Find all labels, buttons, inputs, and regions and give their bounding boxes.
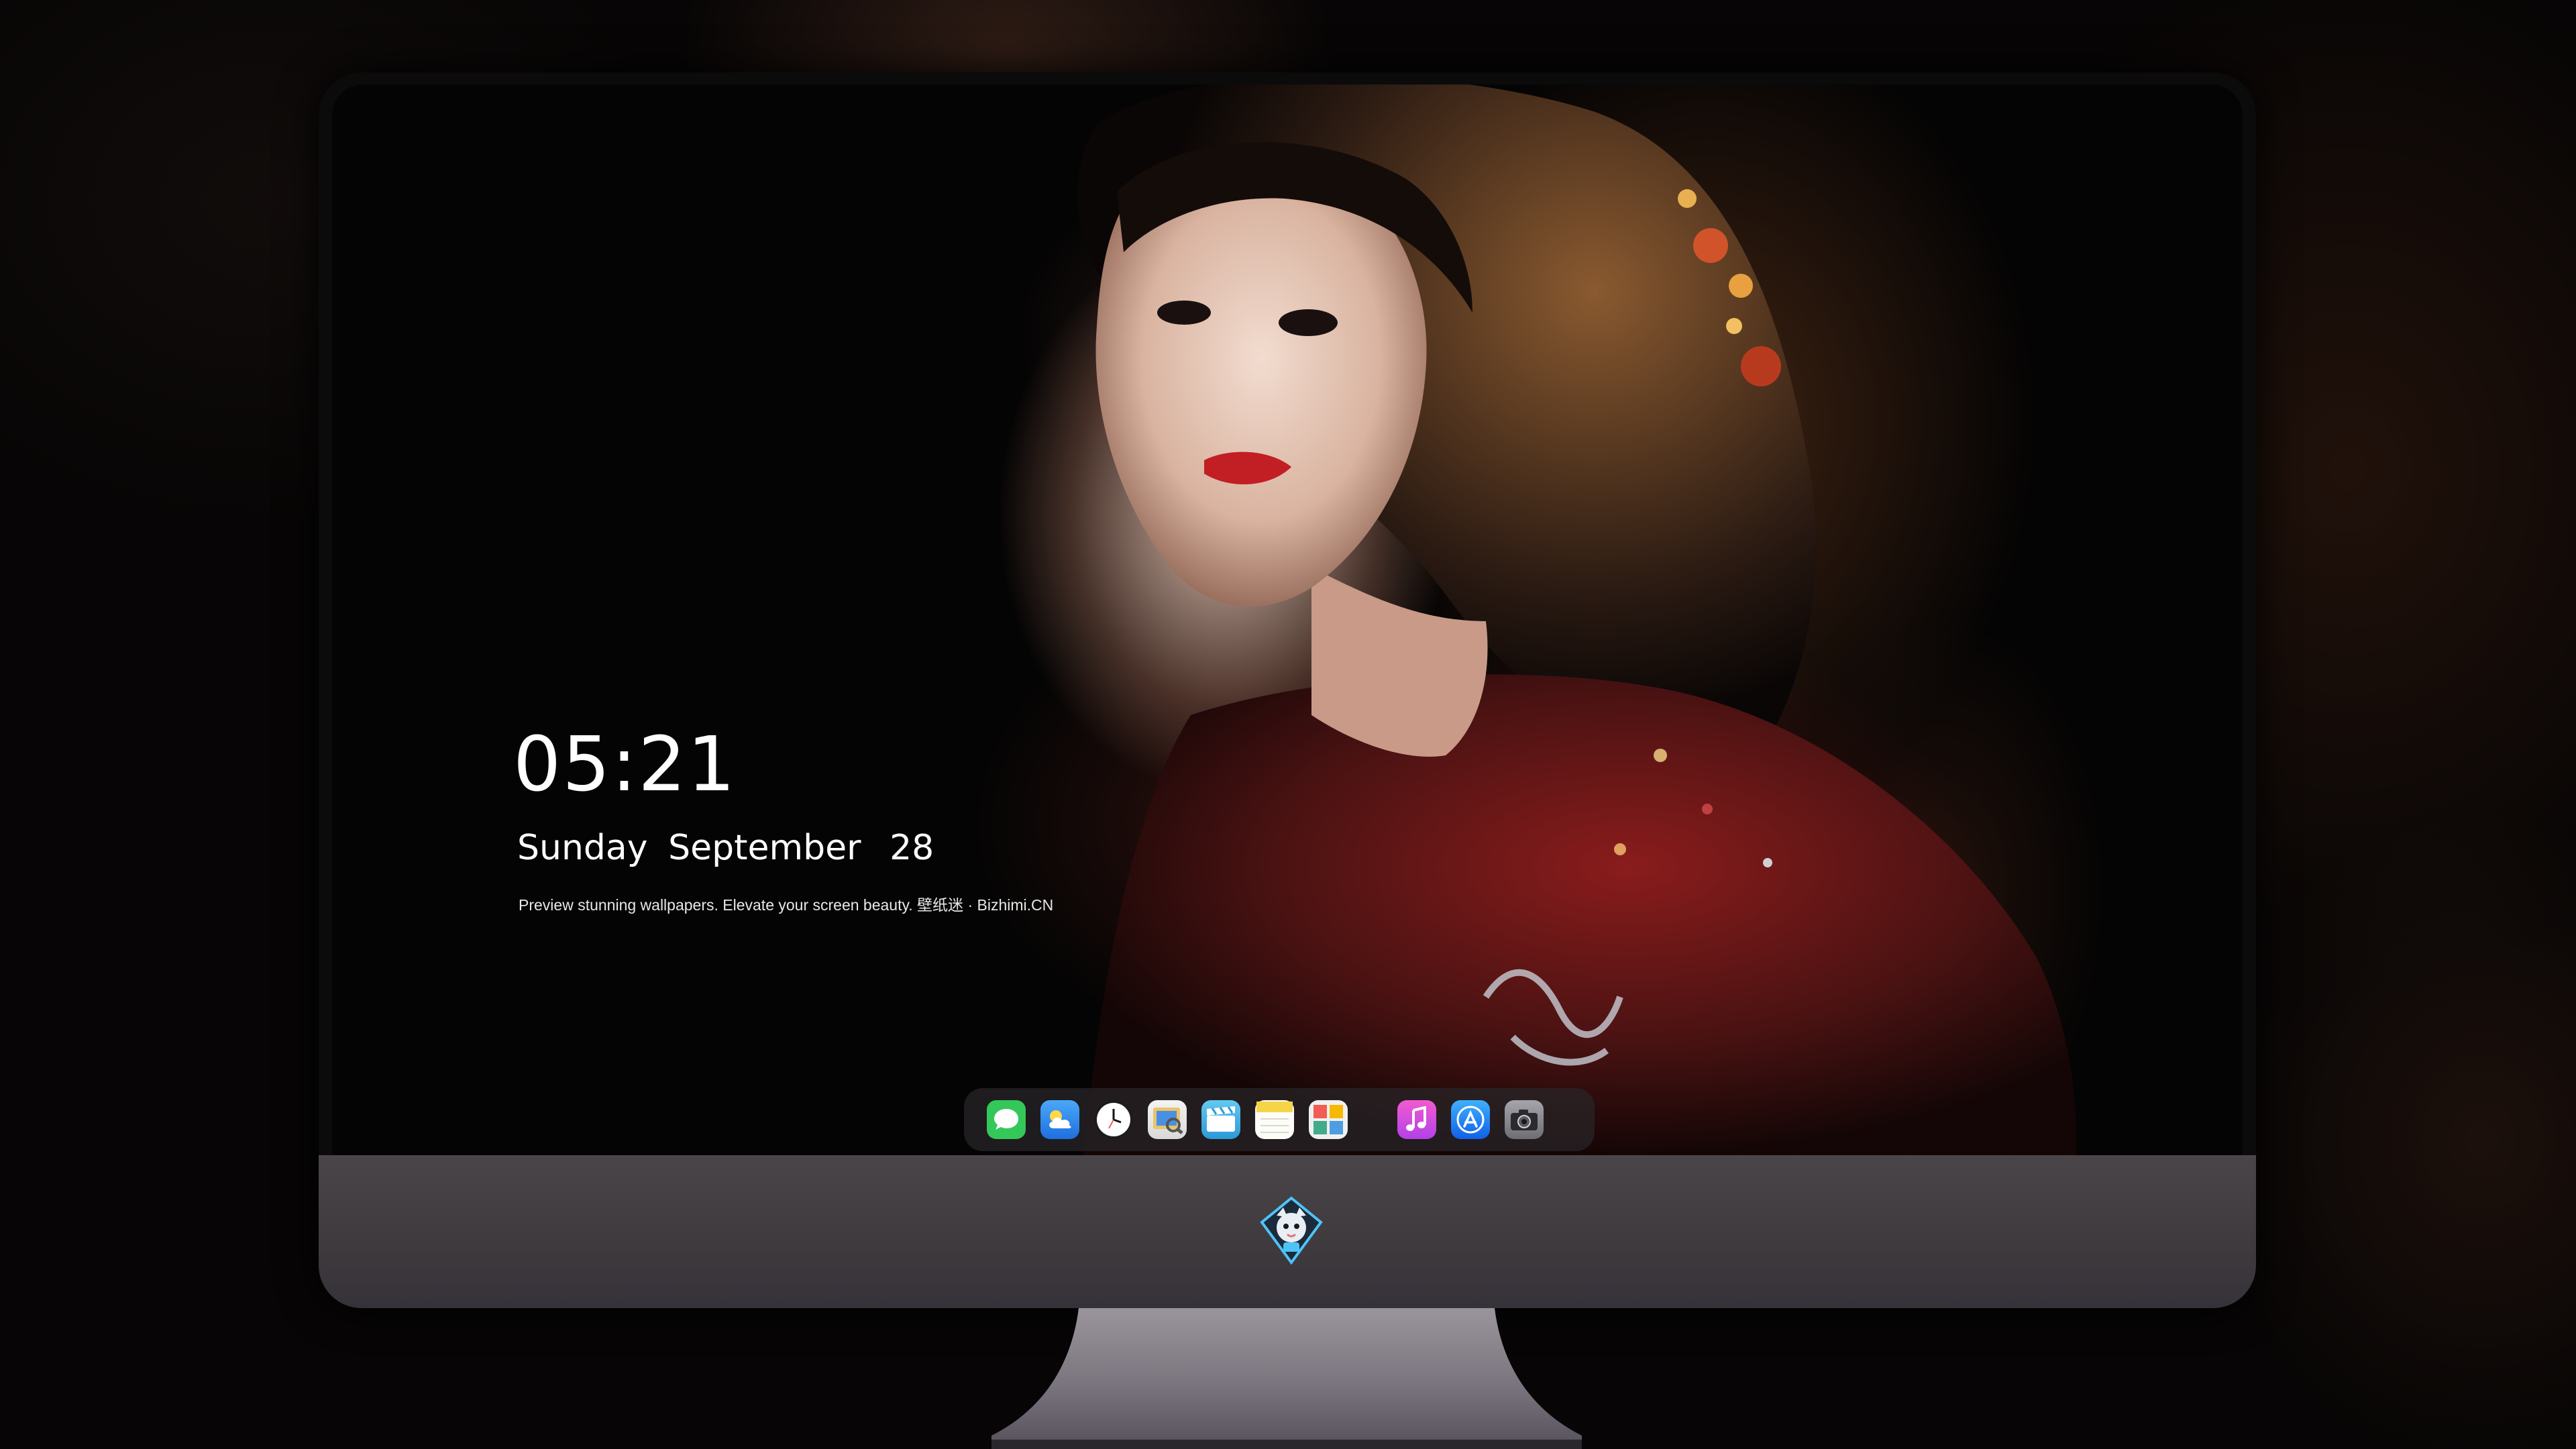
monitor-stand	[991, 1308, 1582, 1449]
camera-icon[interactable]	[1505, 1100, 1544, 1139]
messages-icon[interactable]	[987, 1100, 1026, 1139]
mascot-logo-icon	[1260, 1196, 1323, 1265]
wallpaper-photo	[1077, 85, 2076, 1155]
dock	[964, 1088, 1595, 1151]
preview-icon[interactable]	[1148, 1100, 1187, 1139]
lock-clock: 05:21	[513, 721, 737, 808]
lock-date: Sunday September 28	[517, 830, 934, 865]
monitor-chin	[319, 1155, 2256, 1308]
lock-screen: 05:21 Sunday September 28 Preview stunni…	[332, 85, 2243, 1155]
date-month: September	[668, 828, 861, 868]
lock-tagline: Preview stunning wallpapers. Elevate you…	[519, 896, 1054, 914]
date-day: 28	[890, 828, 934, 868]
photo-gallery-icon[interactable]	[1309, 1100, 1348, 1139]
itunes-icon[interactable]	[1397, 1100, 1436, 1139]
backdrop: 05:21 Sunday September 28 Preview stunni…	[0, 0, 2576, 1449]
monitor: 05:21 Sunday September 28 Preview stunni…	[319, 72, 2256, 1308]
weather-icon[interactable]	[1040, 1100, 1079, 1139]
clock-icon[interactable]	[1094, 1100, 1133, 1139]
notes-icon[interactable]	[1255, 1100, 1294, 1139]
clips-icon[interactable]	[1201, 1100, 1240, 1139]
date-weekday: Sunday	[517, 828, 648, 868]
app-store-icon[interactable]	[1451, 1100, 1490, 1139]
